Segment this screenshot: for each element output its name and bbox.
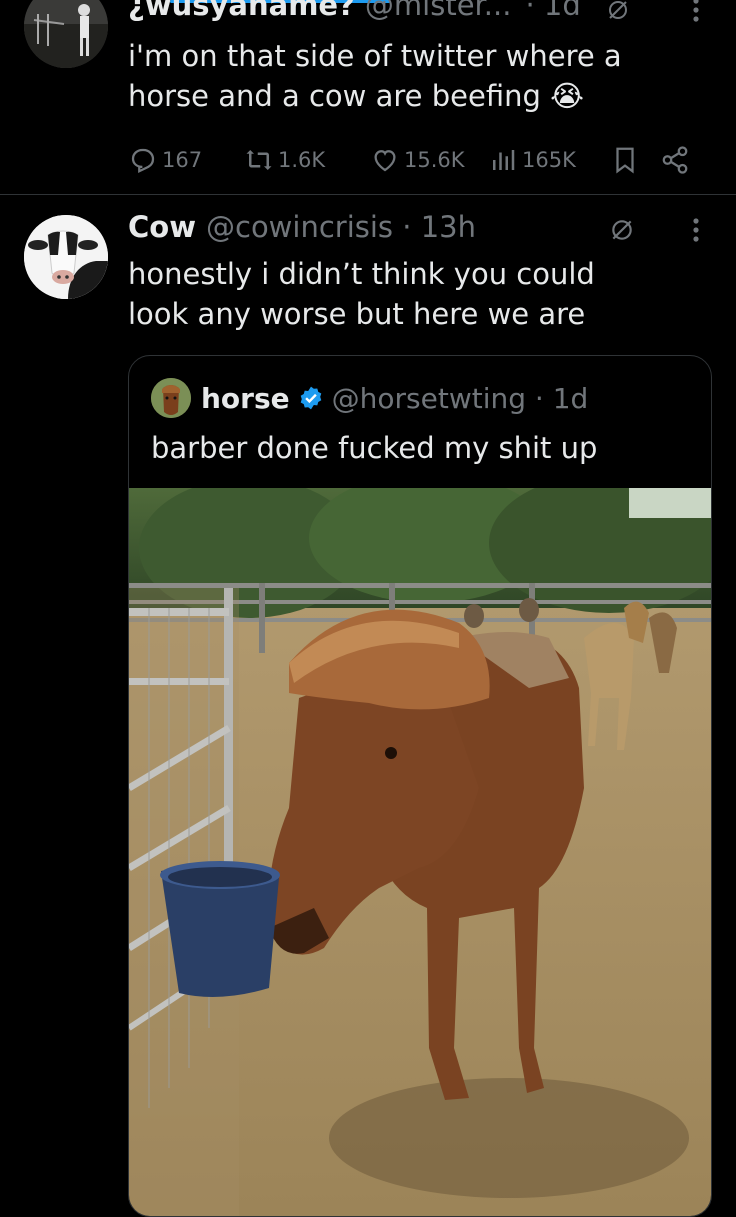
more-icon[interactable] xyxy=(682,0,710,24)
handle-and-time[interactable]: @cowincrisis · 13h xyxy=(206,210,476,244)
quoted-tweet[interactable]: horse @horsetwting · 1d barber done fuck… xyxy=(128,355,712,1217)
repost-icon xyxy=(246,150,272,170)
views-count: 165K xyxy=(522,148,576,172)
reply-count: 167 xyxy=(162,148,203,172)
share-icon xyxy=(662,146,688,174)
tweet-2-text-line-1: honestly i didn’t think you could xyxy=(128,257,595,291)
tweet-divider xyxy=(0,194,736,195)
tweet-1-header: ¿wusyaname? @mister... · 1d xyxy=(128,0,581,22)
bookmark-button[interactable] xyxy=(610,140,644,180)
verified-badge-icon xyxy=(298,385,324,411)
tweet-2-text-line-2: look any worse but here we are xyxy=(128,297,586,331)
crying-emoji: 😭 xyxy=(550,79,584,113)
avatar-cow[interactable] xyxy=(24,215,108,299)
share-button[interactable] xyxy=(660,140,694,180)
quoted-handle-and-time[interactable]: @horsetwting · 1d xyxy=(332,382,589,415)
repost-button[interactable]: 1.6K xyxy=(244,140,325,180)
tweet-1-text: i'm on that side of twitter where a hors… xyxy=(128,36,622,116)
handle[interactable]: @mister... xyxy=(365,0,512,22)
tweet-1-text-line-1: i'm on that side of twitter where a xyxy=(128,39,622,73)
tweet-1-actions: 167 1.6K 15.6K 165K xyxy=(128,140,708,180)
timestamp[interactable]: · 1d xyxy=(525,0,580,22)
quoted-display-name[interactable]: horse xyxy=(201,382,290,415)
reply-icon xyxy=(131,148,155,174)
views-icon xyxy=(493,150,515,170)
tweet-2-text: honestly i didn’t think you could look a… xyxy=(128,254,595,334)
tweet-2-header: Cow @cowincrisis · 13h xyxy=(128,210,476,244)
quoted-tweet-text: barber done fucked my shit up xyxy=(151,431,598,465)
avatar-wusyaname[interactable] xyxy=(24,0,108,68)
repost-count: 1.6K xyxy=(278,148,326,172)
horse-photo[interactable] xyxy=(129,473,711,1216)
tweet-1-text-line-2: horse and a cow are beefing 😭 xyxy=(128,76,622,116)
avatar-horse[interactable] xyxy=(151,378,191,418)
tweet-1-text-line-2-body: horse and a cow are beefing xyxy=(128,79,541,113)
like-count: 15.6K xyxy=(404,148,465,172)
reply-button[interactable]: 167 xyxy=(128,140,202,180)
views-button[interactable]: 165K xyxy=(488,140,576,180)
more-icon[interactable] xyxy=(682,214,710,246)
grok-icon[interactable] xyxy=(604,0,632,24)
like-button[interactable]: 15.6K xyxy=(370,140,465,180)
display-name[interactable]: Cow xyxy=(128,210,196,244)
quoted-tweet-header: horse @horsetwting · 1d xyxy=(151,378,588,418)
bookmark-icon xyxy=(616,147,634,174)
grok-icon[interactable] xyxy=(606,214,638,246)
display-name[interactable]: ¿wusyaname? xyxy=(128,0,355,22)
like-icon xyxy=(374,150,396,172)
